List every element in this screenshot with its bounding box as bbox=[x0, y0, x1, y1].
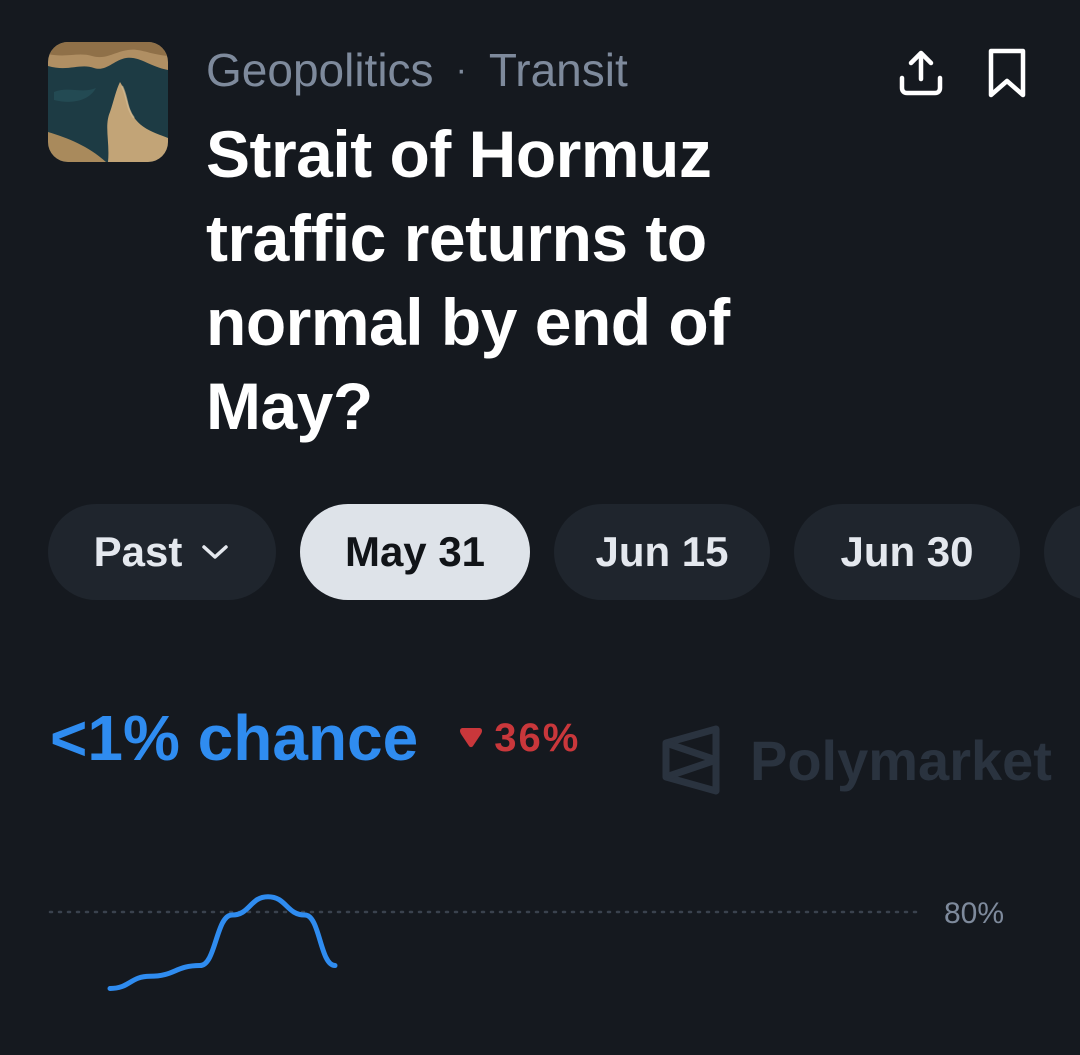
polymarket-logo-icon bbox=[662, 725, 720, 795]
tab-jun-30-label: Jun 30 bbox=[840, 528, 974, 575]
polymarket-watermark: Polymarket bbox=[660, 724, 1052, 796]
chevron-down-icon bbox=[200, 542, 230, 562]
price-chart[interactable]: 80% bbox=[0, 880, 1080, 1055]
market-title: Strait of Hormuz traffic returns to norm… bbox=[206, 117, 730, 443]
date-tabs: Past May 31 Jun 15 Jun 30 bbox=[48, 504, 1080, 600]
market-page: Geopolitics · Transit Strait of Hormuz t… bbox=[0, 0, 1080, 1055]
change-value: 36% bbox=[494, 715, 581, 760]
price-chart-svg: 80% bbox=[48, 894, 1004, 991]
category-geopolitics[interactable]: Geopolitics bbox=[206, 43, 434, 97]
polymarket-wordmark: Polymarket bbox=[750, 728, 1052, 792]
share-upload-icon[interactable] bbox=[890, 42, 952, 104]
change-badge: 36% bbox=[458, 716, 580, 761]
category-breadcrumb: Geopolitics · Transit bbox=[206, 38, 628, 102]
chance-value: <1% chance bbox=[50, 702, 419, 774]
y-tick-label: 80% bbox=[944, 897, 1004, 930]
category-transit[interactable]: Transit bbox=[489, 43, 628, 97]
bookmark-icon[interactable] bbox=[976, 42, 1038, 104]
tab-next-partial[interactable] bbox=[1044, 504, 1080, 600]
tab-may-31-label: May 31 bbox=[344, 528, 486, 575]
series-line bbox=[107, 894, 338, 991]
tab-jun-15-label: Jun 15 bbox=[595, 528, 729, 575]
strait-map-thumbnail bbox=[48, 42, 168, 162]
tab-past[interactable]: Past bbox=[48, 504, 276, 600]
probability-row: <1% chance 36% bbox=[50, 690, 580, 786]
tab-past-label: Past bbox=[93, 528, 183, 575]
header-actions bbox=[890, 42, 1038, 104]
tab-jun-30[interactable]: Jun 30 bbox=[794, 504, 1020, 600]
down-triangle-icon bbox=[460, 728, 483, 748]
tab-may-31[interactable]: May 31 bbox=[300, 504, 530, 600]
tab-jun-15[interactable]: Jun 15 bbox=[554, 504, 770, 600]
breadcrumb-separator: · bbox=[455, 50, 467, 89]
